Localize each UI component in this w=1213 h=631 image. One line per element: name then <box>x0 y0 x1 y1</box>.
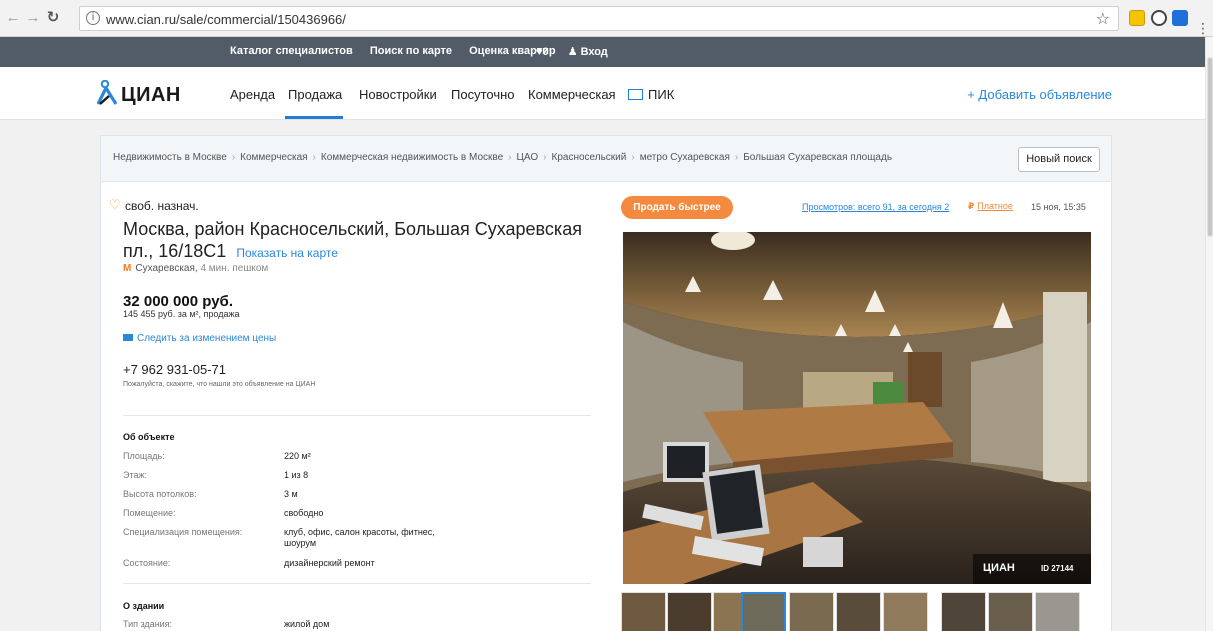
breadcrumb-separator: › <box>631 152 635 163</box>
photo-thumbnail[interactable] <box>667 592 712 631</box>
top-bar: Каталог специалистов Поиск по карте Оцен… <box>0 37 1205 67</box>
back-icon[interactable]: ← <box>4 9 22 27</box>
favorites-counter[interactable]: ♥0 <box>536 46 549 58</box>
follow-price-link[interactable]: Следить за изменением цены <box>123 333 276 344</box>
address-bar[interactable]: i www.cian.ru/sale/commercial/150436966/… <box>79 6 1119 31</box>
property-category: своб. назнач. <box>125 199 199 213</box>
show-on-map-link[interactable]: Показать на карте <box>236 246 338 260</box>
breadcrumb-item[interactable]: Недвижимость в Москве <box>113 152 227 163</box>
breadcrumb-item[interactable]: ЦАО <box>517 152 539 163</box>
extension-icon[interactable] <box>1151 10 1167 26</box>
metro-station[interactable]: Сухаревская, <box>135 263 197 274</box>
photo-thumbnail[interactable] <box>621 592 666 631</box>
photo-thumbnail-selected[interactable] <box>741 592 786 631</box>
menu-item-pik[interactable]: ПИК <box>628 87 674 102</box>
star-icon[interactable]: ☆ <box>1096 9 1110 29</box>
envelope-icon <box>123 334 133 341</box>
pik-icon <box>628 89 643 100</box>
photo-thumbnails <box>621 592 1091 631</box>
price-per-meter: 145 455 руб. за м², продажа <box>123 309 240 319</box>
url-text[interactable]: www.cian.ru/sale/commercial/150436966/ <box>106 12 346 27</box>
breadcrumb-item[interactable]: Большая Сухаревская площадь <box>743 152 892 163</box>
breadcrumb-separator: › <box>543 152 547 163</box>
photo-thumbnail[interactable] <box>1035 592 1080 631</box>
breadcrumb-separator: › <box>231 152 236 163</box>
breadcrumb-separator: › <box>734 152 739 163</box>
add-listing-button[interactable]: + Добавить объявление <box>967 87 1112 102</box>
site-header: ЦИАН Аренда Продажа Новостройки Посуточн… <box>0 67 1205 120</box>
ruble-icon: ₽ <box>968 201 975 211</box>
photo-watermark: ЦИАН ID 27144 <box>973 554 1091 584</box>
breadcrumb: Недвижимость в Москве › Коммерческая › Комме… <box>113 152 892 163</box>
forward-icon[interactable]: → <box>24 9 42 27</box>
breadcrumb-item[interactable]: Красносельский <box>552 152 627 163</box>
user-icon: ♟ <box>567 46 578 58</box>
publish-date: 15 ноя, 15:35 <box>1031 202 1086 212</box>
active-menu-underline <box>285 116 343 119</box>
sell-faster-button[interactable]: Продать быстрее <box>621 196 733 219</box>
divider <box>123 415 591 416</box>
menu-item-daily[interactable]: Посуточно <box>451 87 515 102</box>
paid-badge[interactable]: ₽ Платное <box>968 201 1013 212</box>
login-link[interactable]: ♟ Вход <box>568 46 608 58</box>
reload-icon[interactable]: ↻ <box>44 9 62 27</box>
breadcrumb-separator: › <box>508 152 512 163</box>
menu-item-commercial[interactable]: Коммерческая <box>528 87 616 102</box>
divider <box>123 583 591 584</box>
extension-icon[interactable] <box>1172 10 1188 26</box>
metro-info: М Сухаревская, 4 мин. пешком <box>123 263 268 274</box>
watermark-id: ID 27144 <box>1041 564 1074 573</box>
breadcrumb-item[interactable]: Коммерческая недвижимость в Москве <box>321 152 503 163</box>
phone-number[interactable]: +7 962 931-05-71 <box>123 362 226 377</box>
section-title-building: О здании <box>123 601 165 611</box>
menu-item-newbuildings[interactable]: Новостройки <box>359 87 437 102</box>
metro-icon: М <box>123 263 132 274</box>
section-title-object: Об объекте <box>123 432 175 442</box>
photo-thumbnail[interactable] <box>836 592 881 631</box>
scrollbar[interactable] <box>1205 37 1213 631</box>
phone-note: Пожалуйста, скажите, что нашли это объяв… <box>123 381 316 388</box>
main-photo[interactable]: ЦИАН ID 27144 <box>623 232 1091 584</box>
kebab-menu-icon[interactable]: ⋮ <box>1196 20 1210 36</box>
extension-icon[interactable] <box>1129 10 1145 26</box>
link-map-search[interactable]: Поиск по карте <box>370 45 452 57</box>
link-specialists[interactable]: Каталог специалистов <box>230 45 353 57</box>
views-counter[interactable]: Просмотров: всего 91, за сегодня 2 <box>802 202 949 212</box>
scrollbar-thumb[interactable] <box>1207 57 1213 237</box>
new-search-button[interactable]: Новый поиск <box>1018 147 1100 172</box>
heart-icon[interactable]: ♡ <box>109 198 122 211</box>
watermark-logo: ЦИАН <box>983 562 1015 574</box>
walk-time: 4 мин. пешком <box>200 263 269 274</box>
photo-thumbnail[interactable] <box>988 592 1033 631</box>
photo-thumbnail[interactable] <box>883 592 928 631</box>
photo-thumbnail[interactable] <box>789 592 834 631</box>
price: 32 000 000 руб. <box>123 293 233 310</box>
browser-toolbar: ← → ↻ i www.cian.ru/sale/commercial/1504… <box>0 0 1213 37</box>
office-photo-image <box>623 232 1091 584</box>
logo-icon <box>96 80 118 105</box>
listing-address: Москва, район Красносельский, Большая Су… <box>123 219 582 261</box>
menu-item-sale[interactable]: Продажа <box>288 87 342 102</box>
menu-item-rent[interactable]: Аренда <box>230 87 275 102</box>
breadcrumb-bar: Недвижимость в Москве › Коммерческая › Комме… <box>101 136 1111 182</box>
logo-text: ЦИАН <box>121 84 181 106</box>
photo-thumbnail[interactable] <box>941 592 986 631</box>
listing-card: Недвижимость в Москве › Коммерческая › Комме… <box>100 135 1112 631</box>
info-icon[interactable]: i <box>86 11 100 25</box>
breadcrumb-separator: › <box>312 152 316 163</box>
breadcrumb-item[interactable]: метро Сухаревская <box>640 152 730 163</box>
breadcrumb-item[interactable]: Коммерческая <box>240 152 307 163</box>
